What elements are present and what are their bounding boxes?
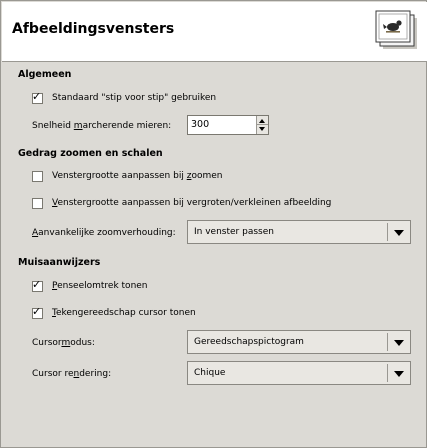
- dot-for-dot-label: Standaard "stip voor stip" gebruiken: [52, 93, 217, 103]
- brush-outline-checkbox[interactable]: ✓: [32, 277, 43, 292]
- tool-cursor-label: Tekengereedschap cursor tonen: [52, 308, 196, 318]
- cursor-mode-select[interactable]: Gereedschapspictogram: [187, 330, 411, 354]
- cursor-mode-label: Cursormodus:: [32, 338, 95, 348]
- initial-zoom-select[interactable]: In venster passen: [187, 220, 411, 244]
- section-general-title: Algemeen: [18, 69, 72, 80]
- marching-ants-spinbutton[interactable]: 300: [187, 115, 269, 135]
- cursor-render-label: Cursor rendering:: [32, 369, 112, 379]
- chevron-down-icon[interactable]: [394, 340, 404, 346]
- check-icon: ✓: [32, 277, 42, 291]
- spin-down-icon[interactable]: [259, 127, 265, 131]
- tool-cursor-checkbox-row[interactable]: ✓ Tekengereedschap cursor tonen: [32, 304, 196, 320]
- dot-for-dot-checkbox-row[interactable]: ✓ Standaard "stip voor stip" gebruiken: [32, 89, 217, 105]
- chevron-down-icon[interactable]: [394, 230, 404, 236]
- resize-on-zoom-label: Venstergrootte aanpassen bij zoomen: [52, 171, 223, 181]
- dot-for-dot-checkbox[interactable]: ✓: [32, 89, 43, 104]
- brush-outline-checkbox-row[interactable]: ✓ Penseelomtrek tonen: [32, 277, 148, 293]
- initial-zoom-value: In venster passen: [194, 227, 274, 237]
- cursor-mode-value: Gereedschapspictogram: [194, 337, 304, 347]
- section-pointers-title: Muisaanwijzers: [18, 257, 101, 268]
- cursor-render-select[interactable]: Chique: [187, 361, 411, 385]
- tool-cursor-checkbox[interactable]: ✓: [32, 304, 43, 319]
- chevron-down-icon[interactable]: [394, 371, 404, 377]
- resize-on-scale-label: Venstergrootte aanpassen bij vergroten/v…: [52, 198, 332, 208]
- marching-ants-label: Snelheid marcherende mieren:: [32, 121, 172, 131]
- spin-up-icon[interactable]: [259, 119, 265, 123]
- resize-on-zoom-checkbox-row[interactable]: Venstergrootte aanpassen bij zoomen: [32, 169, 222, 183]
- section-zoom-title: Gedrag zoomen en schalen: [18, 148, 163, 159]
- preferences-page: Afbeeldingsvensters Algemeen ✓ Standaard…: [0, 0, 427, 448]
- check-icon: ✓: [32, 89, 42, 103]
- spin-buttons[interactable]: [256, 116, 268, 134]
- brush-outline-label: Penseelomtrek tonen: [52, 281, 148, 291]
- check-icon: ✓: [32, 304, 42, 318]
- image-window-icon: [375, 10, 417, 49]
- cursor-render-value: Chique: [194, 368, 226, 378]
- page-title: Afbeeldingsvensters: [12, 21, 175, 37]
- resize-on-scale-checkbox[interactable]: [32, 197, 43, 209]
- resize-on-scale-checkbox-row[interactable]: Venstergrootte aanpassen bij vergroten/v…: [32, 196, 331, 210]
- resize-on-zoom-checkbox[interactable]: [32, 170, 43, 182]
- page-header: Afbeeldingsvensters: [2, 2, 427, 62]
- initial-zoom-label: Aanvankelijke zoomverhouding:: [32, 228, 176, 238]
- marching-ants-value[interactable]: 300: [191, 119, 209, 130]
